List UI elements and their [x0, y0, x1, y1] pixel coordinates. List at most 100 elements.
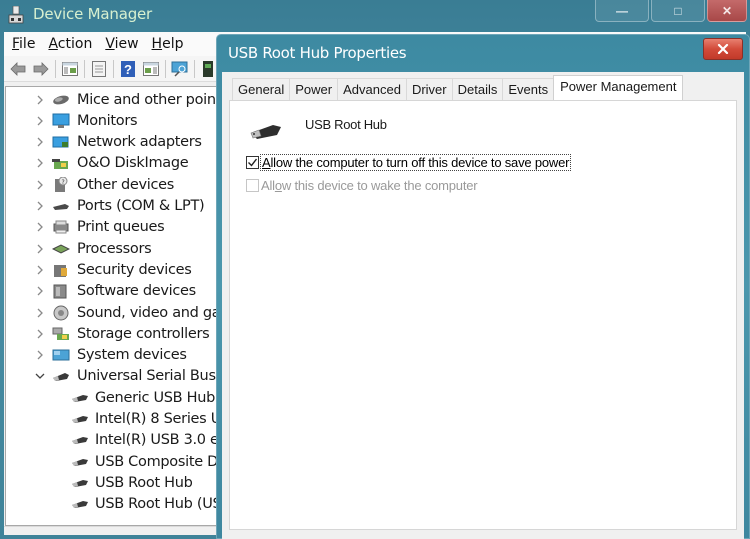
toolbar-separator	[113, 59, 114, 78]
menu-action[interactable]: Action	[48, 36, 92, 52]
tree-device-label: USB Root Hub	[95, 474, 193, 491]
tree-category[interactable]: Security devices	[6, 259, 192, 280]
tab-power[interactable]: Power	[289, 78, 339, 100]
tab-driver[interactable]: Driver	[405, 78, 453, 100]
tab-power-management[interactable]: Power Management	[553, 75, 684, 100]
tree-device[interactable]: USB Composite De	[6, 451, 218, 472]
title-bar[interactable]: Device Manager — □ ✕	[0, 0, 750, 32]
tree-device-label: Intel(R) 8 Series USI	[95, 411, 218, 427]
tree-category[interactable]: Ports (COM & LPT)	[6, 196, 205, 217]
speaker-icon	[53, 305, 69, 320]
dialog-close-button[interactable]	[703, 38, 743, 60]
allow-turn-off-checkbox[interactable]	[246, 156, 259, 169]
show-hide-action-pane-button[interactable]	[141, 59, 161, 79]
close-icon	[717, 44, 729, 54]
tree-category-label: Universal Serial Bus co	[77, 368, 218, 385]
chevron-right-icon[interactable]	[34, 349, 46, 361]
back-button[interactable]	[8, 59, 28, 79]
tree-category[interactable]: Mice and other pointin	[6, 89, 218, 110]
forward-arrow-icon	[33, 61, 49, 76]
menu-file[interactable]: File	[12, 36, 35, 52]
show-hide-console-tree-button[interactable]	[60, 59, 80, 79]
tree-category[interactable]: Sound, video and gam	[6, 302, 219, 323]
menu-help[interactable]: Help	[152, 36, 184, 52]
usb-root-hub-properties-dialog: USB Root Hub Properties General Power Ad…	[216, 34, 750, 539]
tree-device[interactable]: USB Root Hub (USE	[6, 494, 218, 515]
device-name: USB Root Hub	[305, 117, 387, 132]
tree-device[interactable]: Generic USB Hub	[6, 387, 215, 408]
tab-events[interactable]: Events	[502, 78, 555, 100]
chevron-right-icon[interactable]	[34, 328, 46, 340]
tree-category-label: Monitors	[77, 112, 138, 129]
help-icon: ?	[121, 60, 135, 77]
tab-details[interactable]: Details	[451, 78, 504, 100]
maximize-button[interactable]: □	[651, 0, 705, 22]
tree-category-label: Processors	[77, 240, 152, 257]
minimize-button[interactable]: —	[595, 0, 649, 22]
tab-strip: General Power Advanced Driver Details Ev…	[232, 75, 684, 100]
checkmark-icon	[248, 158, 258, 167]
help-button[interactable]: ?	[118, 59, 138, 79]
device-tree[interactable]: Mice and other pointin Monitors Network ad…	[5, 86, 219, 526]
software-device-icon	[53, 284, 67, 299]
chevron-right-icon[interactable]	[34, 157, 46, 169]
forward-button[interactable]	[31, 59, 51, 79]
properties-button[interactable]	[89, 59, 109, 79]
chevron-right-icon[interactable]	[34, 285, 46, 297]
update-driver-icon	[203, 60, 213, 77]
chevron-right-icon[interactable]	[34, 200, 46, 212]
allow-turn-off-label[interactable]: Allow the computer to turn off this devi…	[259, 154, 572, 171]
chevron-right-icon[interactable]	[34, 179, 46, 191]
properties-icon	[92, 60, 106, 77]
dialog-bottom-edge	[222, 530, 744, 539]
tree-device[interactable]: USB Root Hub	[6, 472, 193, 493]
system-device-icon	[52, 349, 70, 361]
usb-device-icon	[250, 125, 281, 139]
chevron-right-icon[interactable]	[34, 136, 46, 148]
tree-category[interactable]: Print queues	[6, 217, 165, 238]
allow-turn-off-option[interactable]: Allow the computer to turn off this devi…	[246, 154, 572, 171]
tree-category[interactable]: Monitors	[6, 110, 138, 131]
port-icon	[53, 204, 69, 210]
tree-category[interactable]: O&O DiskImage	[6, 153, 189, 174]
tree-category[interactable]: Software devices	[6, 281, 196, 302]
tree-device-label: Intel(R) USB 3.0 eXt	[95, 432, 219, 449]
tree-category-label: Security devices	[77, 261, 192, 278]
dialog-client: General Power Advanced Driver Details Ev…	[222, 72, 744, 539]
storage-controller-icon	[52, 327, 69, 340]
chevron-right-icon[interactable]	[34, 221, 46, 233]
toolbar-separator	[165, 59, 166, 78]
printer-icon	[53, 220, 69, 234]
minimize-icon: —	[616, 3, 628, 18]
close-icon: ✕	[721, 3, 733, 18]
chevron-right-icon[interactable]	[34, 264, 46, 276]
tab-advanced[interactable]: Advanced	[337, 78, 407, 100]
tree-device[interactable]: Intel(R) USB 3.0 eXt	[6, 430, 219, 451]
chevron-right-icon[interactable]	[34, 243, 46, 255]
scan-hardware-changes-button[interactable]	[170, 59, 190, 79]
monitor-icon	[52, 113, 70, 128]
chevron-right-icon[interactable]	[34, 307, 46, 319]
chevron-right-icon[interactable]	[34, 94, 46, 106]
network-adapter-icon	[52, 136, 69, 148]
usb-device-icon	[72, 458, 88, 466]
close-button[interactable]: ✕	[707, 0, 747, 22]
chevron-down-icon[interactable]	[34, 370, 46, 382]
tree-category[interactable]: System devices	[6, 345, 187, 366]
tree-category-label: Software devices	[77, 283, 196, 300]
back-arrow-icon	[10, 61, 26, 76]
tree-category-label: Sound, video and gam	[77, 304, 219, 321]
tab-general[interactable]: General	[232, 78, 291, 100]
device-manager-app-icon	[8, 6, 24, 24]
tree-category[interactable]: ? Other devices	[6, 174, 174, 195]
svg-text:?: ?	[124, 62, 132, 77]
tree-category[interactable]: Universal Serial Bus co	[6, 366, 218, 387]
tree-device[interactable]: Intel(R) 8 Series USI	[6, 409, 218, 430]
menu-view[interactable]: View	[105, 36, 138, 52]
tree-category-label: Print queues	[77, 219, 165, 236]
chevron-right-icon[interactable]	[34, 115, 46, 127]
tree-category[interactable]: Network adapters	[6, 132, 202, 153]
toolbar-separator	[84, 59, 85, 78]
tree-category[interactable]: Processors	[6, 238, 152, 259]
tree-category[interactable]: Storage controllers	[6, 323, 210, 344]
